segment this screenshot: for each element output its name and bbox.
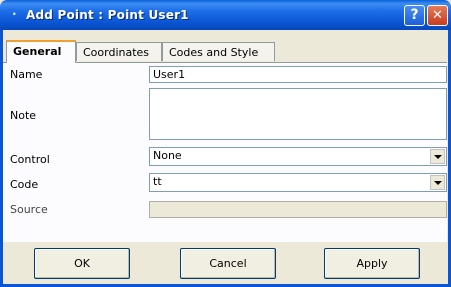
- ok-button[interactable]: OK: [34, 248, 130, 279]
- control-select[interactable]: None: [149, 147, 447, 166]
- help-icon: ?: [410, 7, 419, 23]
- tab-coordinates[interactable]: Coordinates: [76, 42, 162, 61]
- close-icon: ✕: [432, 8, 443, 23]
- window-menu-icon[interactable]: ·: [12, 7, 17, 21]
- apply-button[interactable]: Apply: [324, 248, 420, 279]
- button-bar: OK Cancel Apply: [3, 242, 448, 284]
- name-label: Name: [10, 68, 43, 81]
- general-panel: Name User1 Note Control None Code tt Sou…: [3, 62, 447, 243]
- note-field[interactable]: [149, 88, 447, 140]
- tab-strip: General Coordinates Codes and Style: [3, 40, 448, 63]
- name-field[interactable]: User1: [149, 66, 447, 83]
- tab-general[interactable]: General: [6, 40, 76, 63]
- cancel-button[interactable]: Cancel: [180, 248, 276, 279]
- code-select-value: tt: [153, 175, 162, 188]
- code-label: Code: [10, 178, 39, 191]
- code-select[interactable]: tt: [149, 173, 447, 192]
- window-title: Add Point : Point User1: [26, 8, 189, 22]
- title-bar[interactable]: · Add Point : Point User1 ? ✕: [0, 0, 451, 30]
- control-label: Control: [10, 153, 50, 166]
- tab-codes-and-style[interactable]: Codes and Style: [162, 42, 275, 61]
- chevron-down-icon[interactable]: [430, 149, 445, 164]
- help-button[interactable]: ?: [404, 5, 425, 26]
- note-label: Note: [10, 109, 37, 122]
- control-select-value: None: [153, 149, 182, 162]
- chevron-down-icon[interactable]: [430, 175, 445, 190]
- close-button[interactable]: ✕: [427, 5, 448, 26]
- source-label: Source: [10, 203, 48, 216]
- source-field: [149, 201, 447, 218]
